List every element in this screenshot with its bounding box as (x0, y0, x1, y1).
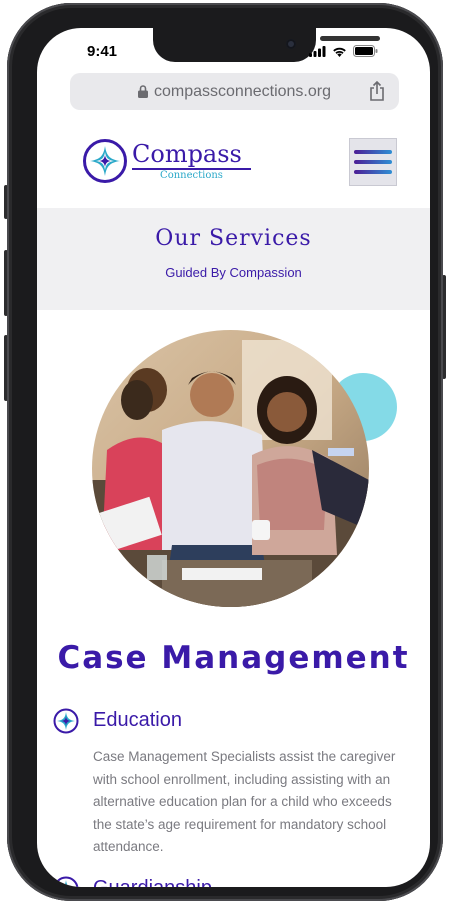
hamburger-icon (354, 160, 392, 164)
hamburger-menu-button[interactable] (349, 138, 397, 186)
share-icon[interactable] (369, 81, 385, 101)
site-logo[interactable]: Compass Connections (82, 138, 251, 184)
notch (153, 28, 380, 62)
address-bar[interactable]: compassconnections.org (70, 73, 399, 110)
compass-logo-icon (83, 139, 127, 183)
section-title: Case Management (57, 640, 410, 676)
status-time: 9:41 (87, 43, 118, 60)
site-header: Compass Connections (37, 124, 430, 208)
logo-title: Compass (132, 139, 242, 168)
phone-screen: 9:41 compassconnections.org Compass Conn… (37, 28, 430, 887)
family-photo-circle (92, 330, 369, 607)
battery-icon (353, 45, 378, 57)
page-subtitle: Guided By Compassion (165, 265, 302, 280)
service-heading: Education (93, 709, 182, 731)
url-text: compassconnections.org (154, 82, 331, 100)
family-photo (92, 330, 369, 607)
lock-icon (138, 85, 148, 98)
hamburger-icon (354, 150, 392, 154)
logo-subtitle: Connections (160, 169, 223, 181)
hamburger-icon (354, 170, 392, 174)
logo-wordmark: Compass Connections (132, 141, 251, 182)
service-heading: Guardianship (93, 877, 212, 887)
service-description: Case Management Specialists assist the c… (93, 749, 396, 854)
page-title: Our Services (155, 226, 312, 251)
family-photo-illustration (92, 330, 369, 607)
front-camera (286, 39, 296, 49)
compass-icon (53, 708, 79, 734)
status-icons (309, 45, 378, 57)
page-hero: Our Services Guided By Compassion (37, 208, 430, 310)
phone-frame: 9:41 compassconnections.org Compass Conn… (7, 3, 443, 901)
signal-icon (309, 46, 326, 57)
wifi-icon (333, 47, 346, 57)
compass-icon (53, 876, 79, 887)
speaker (320, 36, 380, 41)
